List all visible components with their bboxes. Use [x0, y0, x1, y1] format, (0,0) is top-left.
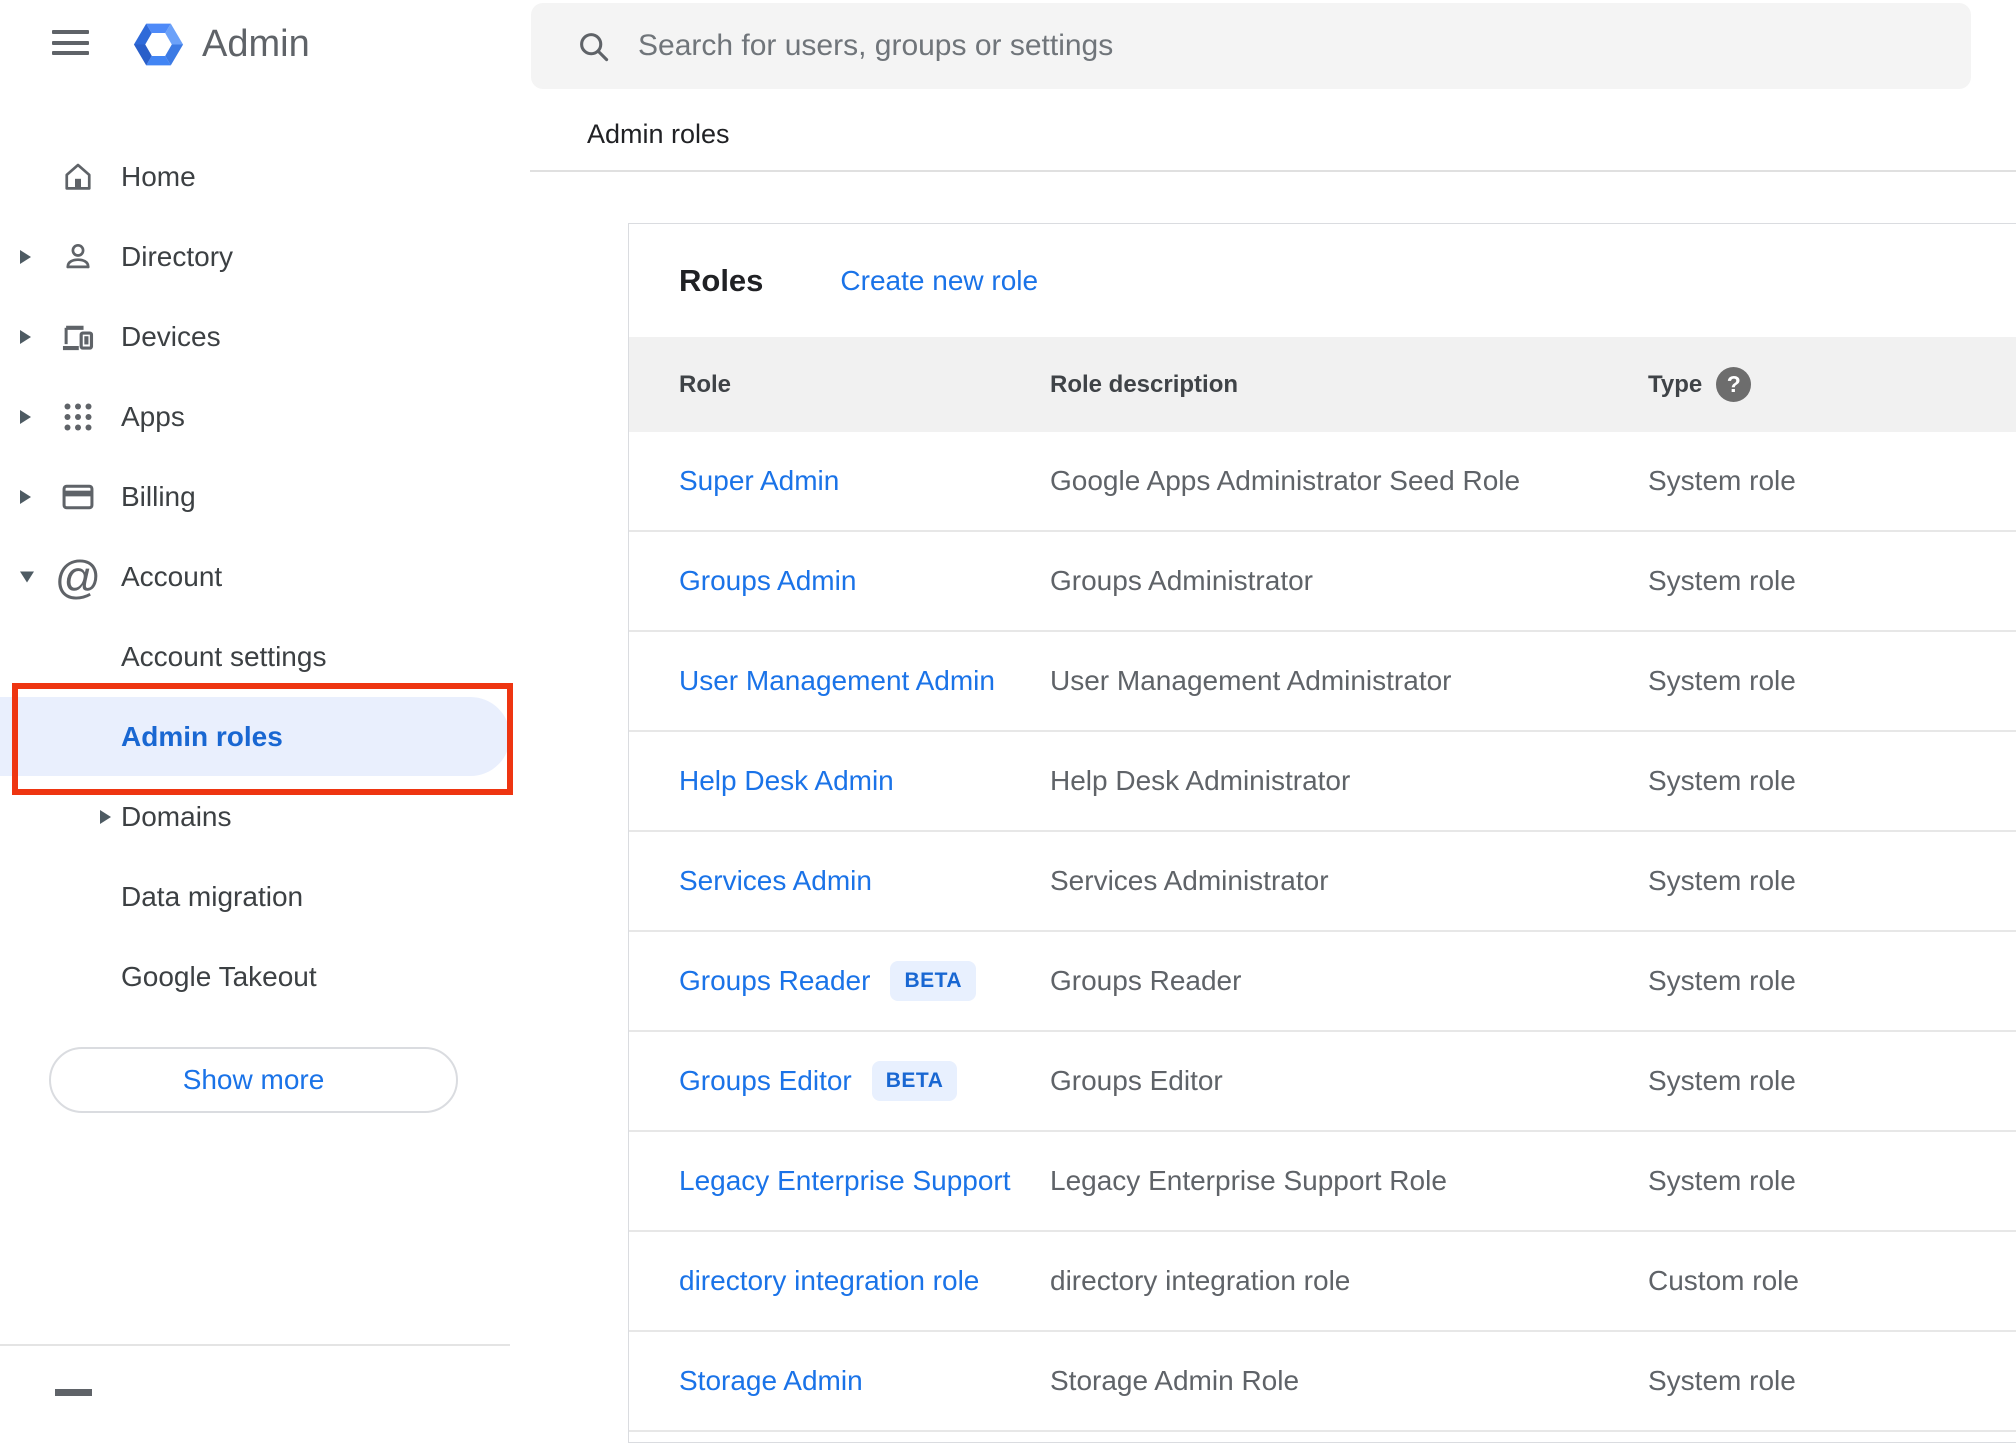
sidebar-item-label: Devices	[121, 321, 221, 352]
search-icon	[575, 28, 612, 65]
breadcrumb: Admin roles	[587, 119, 730, 149]
role-name-link[interactable]: Groups Admin	[679, 565, 856, 597]
role-type: System role	[1648, 765, 1796, 796]
sidebar-item-label: Google Takeout	[121, 961, 317, 992]
sidebar-item-label: Directory	[121, 241, 234, 272]
sidebar-bottom-divider	[0, 1344, 510, 1346]
column-header-role: Role	[679, 370, 732, 398]
role-name-link[interactable]: Storage Admin	[679, 1365, 863, 1397]
table-row: User Management Admin User Management Ad…	[629, 632, 2016, 732]
table-row: Groups Reader BETA Groups Reader System …	[629, 932, 2016, 1032]
sidebar-item-account-settings[interactable]: Account settings	[0, 617, 531, 697]
chevron-right-icon[interactable]	[20, 410, 31, 424]
table-row: directory integration role directory int…	[629, 1232, 2016, 1332]
role-type: Custom role	[1648, 1265, 1799, 1296]
table-row: Groups Admin Groups Administrator System…	[629, 532, 2016, 632]
role-description: directory integration role	[1050, 1265, 1351, 1296]
help-icon[interactable]: ?	[1716, 367, 1752, 402]
show-more-button[interactable]: Show more	[49, 1047, 458, 1113]
role-type: System role	[1648, 1065, 1796, 1096]
sidebar-item-label: Apps	[121, 401, 185, 432]
credit-card-icon	[56, 473, 100, 521]
role-description: Groups Reader	[1050, 965, 1242, 996]
role-name-link[interactable]: Groups Reader	[679, 965, 870, 997]
sidebar-item-data-migration[interactable]: Data migration	[0, 857, 531, 937]
roles-panel: Roles Create new role Role Role descript…	[628, 223, 2016, 1443]
roles-table-body: Super Admin Google Apps Administrator Se…	[629, 432, 2016, 1432]
role-type: System role	[1648, 565, 1796, 596]
table-row: Services Admin Services Administrator Sy…	[629, 832, 2016, 932]
role-description: Services Administrator	[1050, 865, 1329, 896]
table-row: Help Desk Admin Help Desk Administrator …	[629, 732, 2016, 832]
chevron-down-icon[interactable]	[20, 571, 34, 583]
roles-table-header: Role Role description Type ?	[629, 337, 2016, 432]
menu-hamburger-icon[interactable]	[52, 30, 89, 55]
chevron-right-icon[interactable]	[100, 810, 111, 824]
role-name-link[interactable]: Legacy Enterprise Support	[679, 1165, 1011, 1197]
role-description: Help Desk Administrator	[1050, 765, 1351, 796]
sidebar-item-label: Account settings	[121, 641, 327, 672]
sidebar-nav: Home Directory Devices Apps Billing @ Ac…	[0, 137, 531, 1017]
table-row: Groups Editor BETA Groups Editor System …	[629, 1032, 2016, 1132]
role-type: System role	[1648, 1165, 1796, 1196]
role-type: System role	[1648, 865, 1796, 896]
devices-icon	[56, 313, 100, 361]
sidebar: Admin Home Directory Devices Apps Billin…	[0, 0, 531, 1396]
panel-title: Roles	[679, 262, 764, 298]
sidebar-item-label: Data migration	[121, 881, 304, 912]
role-type: System role	[1648, 965, 1796, 996]
roles-panel-header: Roles Create new role	[629, 224, 2016, 337]
role-name-link[interactable]: User Management Admin	[679, 665, 995, 697]
role-description: Google Apps Administrator Seed Role	[1050, 465, 1521, 496]
admin-logo-icon	[129, 15, 188, 74]
sidebar-item-home[interactable]: Home	[0, 137, 531, 217]
sidebar-item-admin-roles[interactable]: Admin roles	[0, 697, 531, 777]
role-type: System role	[1648, 465, 1796, 496]
home-icon	[56, 153, 100, 201]
role-description: User Management Administrator	[1050, 665, 1452, 696]
sidebar-item-devices[interactable]: Devices	[0, 297, 531, 377]
role-type: System role	[1648, 665, 1796, 696]
at-sign-icon: @	[54, 551, 102, 603]
create-new-role-link[interactable]: Create new role	[840, 265, 1038, 297]
role-description: Groups Administrator	[1050, 565, 1313, 596]
chevron-right-icon[interactable]	[20, 250, 31, 264]
role-name-link[interactable]: Services Admin	[679, 865, 872, 897]
table-row: Legacy Enterprise Support Legacy Enterpr…	[629, 1132, 2016, 1232]
sidebar-item-google-takeout[interactable]: Google Takeout	[0, 937, 531, 1017]
cut-off-bottom-icon	[55, 1389, 92, 1396]
sidebar-item-label: Account	[121, 561, 223, 592]
role-description: Legacy Enterprise Support Role	[1050, 1165, 1447, 1196]
search-input[interactable]	[636, 28, 1840, 64]
header-divider	[530, 170, 2016, 172]
table-row: Super Admin Google Apps Administrator Se…	[629, 432, 2016, 532]
chevron-right-icon[interactable]	[20, 330, 31, 344]
app-title: Admin	[202, 23, 310, 65]
role-name-link[interactable]: Help Desk Admin	[679, 765, 894, 797]
sidebar-item-apps[interactable]: Apps	[0, 377, 531, 457]
sidebar-item-account[interactable]: @ Account	[0, 537, 531, 617]
table-row: Storage Admin Storage Admin Role System …	[629, 1332, 2016, 1432]
person-icon	[56, 233, 100, 281]
apps-grid-icon	[56, 393, 100, 441]
role-name-link[interactable]: Super Admin	[679, 465, 839, 497]
sidebar-item-label: Domains	[121, 801, 232, 832]
sidebar-item-label: Admin roles	[121, 721, 283, 752]
beta-badge: BETA	[890, 961, 977, 1001]
role-description: Storage Admin Role	[1050, 1365, 1300, 1396]
role-name-link[interactable]: directory integration role	[679, 1265, 979, 1297]
beta-badge: BETA	[871, 1061, 958, 1101]
column-header-description: Role description	[1050, 370, 1239, 398]
sidebar-item-billing[interactable]: Billing	[0, 457, 531, 537]
sidebar-item-label: Home	[121, 161, 196, 192]
role-name-link[interactable]: Groups Editor	[679, 1065, 852, 1097]
sidebar-item-directory[interactable]: Directory	[0, 217, 531, 297]
column-header-type: Type ?	[1648, 367, 2016, 402]
sidebar-item-domains[interactable]: Domains	[0, 777, 531, 857]
global-search-bar[interactable]	[531, 3, 1971, 89]
role-description: Groups Editor	[1050, 1065, 1223, 1096]
chevron-right-icon[interactable]	[20, 490, 31, 504]
role-type: System role	[1648, 1365, 1796, 1396]
sidebar-item-label: Billing	[121, 481, 196, 512]
